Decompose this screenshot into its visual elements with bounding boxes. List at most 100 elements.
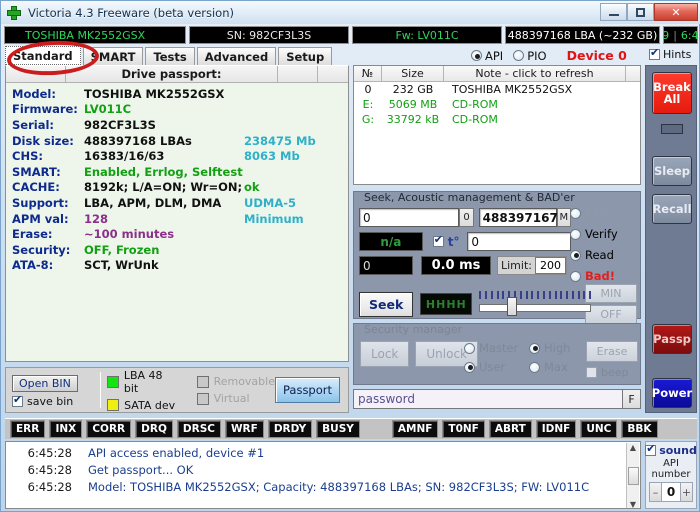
acoustic-min-button[interactable]: MIN [585,284,638,303]
passport-row-key: Security: [12,242,71,257]
passp-button[interactable]: Passp [652,324,692,354]
passport-header-col3 [278,66,318,82]
scroll-thumb[interactable] [627,467,639,485]
api-increment-button[interactable]: + [680,482,693,502]
hints-toggle[interactable]: Hints [649,47,691,61]
api-number-value[interactable]: 0 [662,482,680,502]
beep-checkbox[interactable] [586,367,597,378]
sleep-button[interactable]: Sleep [652,156,692,186]
tab-advanced[interactable]: Advanced [196,47,277,65]
acoustic-off-button[interactable]: OFF [585,305,638,324]
recall-button[interactable]: Recall [652,194,692,224]
security-user-label: User [479,360,506,374]
maximize-button[interactable] [627,3,654,21]
seek-end-unit-button[interactable]: M [556,208,571,227]
status-flag-drq[interactable]: DRQ [135,420,173,438]
scroll-down-icon[interactable]: ▼ [630,500,636,508]
security-high-option[interactable]: High [529,341,570,355]
status-flag-drdy[interactable]: DRDY [267,420,313,438]
radio-pio[interactable] [513,50,525,61]
seek-mode-read[interactable]: Read [570,248,636,262]
status-flag-err[interactable]: ERR [10,420,46,438]
status-flag-amnf[interactable]: AMNF [391,420,439,438]
api-number-stepper[interactable]: – 0 + [649,482,693,502]
drive-list[interactable]: № Size Note - click to refresh 0 232 GB TO… [353,65,641,185]
log-scrollbar[interactable]: ▲ ▼ [626,443,639,508]
status-flag-bbk[interactable]: BBK [621,420,658,438]
erase-button[interactable]: Erase [586,341,638,362]
radio-bad[interactable] [570,270,581,282]
status-flag-t0nf[interactable]: T0NF [442,420,485,438]
radio-max[interactable] [529,361,540,373]
seek-mode-easy[interactable]: Easy [570,206,636,220]
scroll-up-icon[interactable]: ▲ [630,443,636,452]
status-flag-unc[interactable]: UNC [580,420,618,438]
acoustic-level-display: HHHH [420,293,473,315]
seek-mode-verify[interactable]: Verify [570,227,636,241]
minimize-button[interactable] [600,3,627,21]
col-size: Size [382,66,444,81]
passport-button[interactable]: Passport [274,377,341,403]
lock-button[interactable]: Lock [360,341,410,367]
drive-row-note: CD-ROM [452,98,498,111]
save-bin-checkbox[interactable] [12,394,23,407]
radio-easy[interactable] [570,207,581,219]
status-flag-inx[interactable]: INX [49,420,83,438]
seek-limit-label: Limit: [501,259,532,272]
status-flag-drsc[interactable]: DRSC [176,420,221,438]
radio-high[interactable] [529,342,540,354]
seek-button[interactable]: Seek [359,291,414,317]
beep-label: beep [601,366,629,379]
tab-setup[interactable]: Setup [278,47,333,65]
sound-toggle[interactable]: sound [645,443,697,457]
power-button[interactable]: Power [652,378,692,408]
save-bin-toggle[interactable]: save bin [12,394,94,408]
status-flag-corr[interactable]: CORR [86,420,132,438]
seek-pass-input[interactable]: 0 [467,232,571,251]
seek-end-lba-input[interactable]: 488397167 [478,208,558,227]
seek-start-lba-input[interactable]: 0 [359,208,460,227]
api-decrement-button[interactable]: – [649,482,662,502]
window-title: Victoria 4.3 Freeware (beta version) [28,5,234,20]
tab-tests[interactable]: Tests [145,47,195,65]
log-pane[interactable]: 6:45:28 API access enabled, device #1 6:45… [5,441,641,509]
security-user-option[interactable]: User [464,360,518,374]
temperature-checkbox[interactable] [432,234,444,247]
status-flag-idnf[interactable]: IDNF [535,420,577,438]
seek-start-unit-button[interactable]: 0 [459,208,474,227]
seek-status-display: n/a [359,232,423,251]
radio-user[interactable] [464,361,475,373]
open-bin-button[interactable]: Open BIN [12,375,78,392]
slider-thumb[interactable] [507,297,518,316]
radio-master[interactable] [464,342,475,354]
log-rows: 6:45:28 API access enabled, device #1 6:45… [6,442,640,495]
radio-read[interactable] [570,249,581,261]
seek-mode-bad[interactable]: Bad! [570,269,636,283]
log-row: 6:45:28 API access enabled, device #1 [10,444,640,461]
seek-limit-input[interactable]: 200 [534,257,566,274]
close-button[interactable]: ✕ [654,3,698,21]
tab-standard[interactable]: Standard [5,46,81,65]
drive-list-row[interactable]: G: 33792 kB CD-ROM [354,112,640,127]
security-max-option[interactable]: Max [529,360,570,374]
acoustic-slider[interactable] [479,291,592,317]
tab-smart[interactable]: SMART [82,47,144,65]
security-master-option[interactable]: Master [464,341,518,355]
break-all-button[interactable]: Break All [652,72,692,114]
passport-row: CACHE: 8192k; L/A=ON; Wr=ON; ok [12,180,348,196]
status-flag-wrf[interactable]: WRF [224,420,264,438]
status-flag-busy[interactable]: BUSY [316,420,360,438]
drive-list-row[interactable]: 0 232 GB TOSHIBA MK2552GSX [354,82,640,97]
password-input[interactable]: password [353,389,623,409]
status-flag-abrt[interactable]: ABRT [488,420,532,438]
col-number: № [354,66,382,81]
hints-checkbox[interactable] [649,47,660,60]
col-note[interactable]: Note - click to refresh [444,66,626,81]
password-f-button[interactable]: F [623,389,641,409]
radio-verify[interactable] [570,228,581,240]
radio-api[interactable] [471,50,482,61]
sound-checkbox[interactable] [645,443,657,456]
slider-track[interactable] [479,304,592,312]
drive-row-number: E: [362,98,374,111]
drive-list-row[interactable]: E: 5069 MB CD-ROM [354,97,640,112]
